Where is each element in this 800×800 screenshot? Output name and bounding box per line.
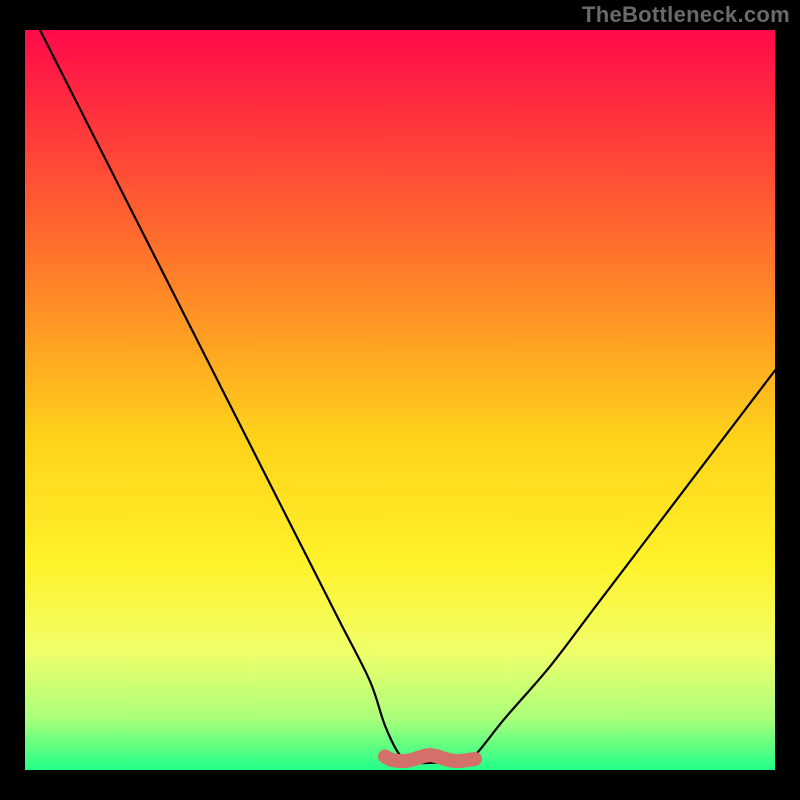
plot-area — [25, 30, 775, 770]
optimal-range-marker — [385, 755, 475, 761]
gradient-background — [25, 30, 775, 770]
chart-svg — [25, 30, 775, 770]
chart-frame: TheBottleneck.com — [0, 0, 800, 800]
watermark-text: TheBottleneck.com — [582, 2, 790, 28]
